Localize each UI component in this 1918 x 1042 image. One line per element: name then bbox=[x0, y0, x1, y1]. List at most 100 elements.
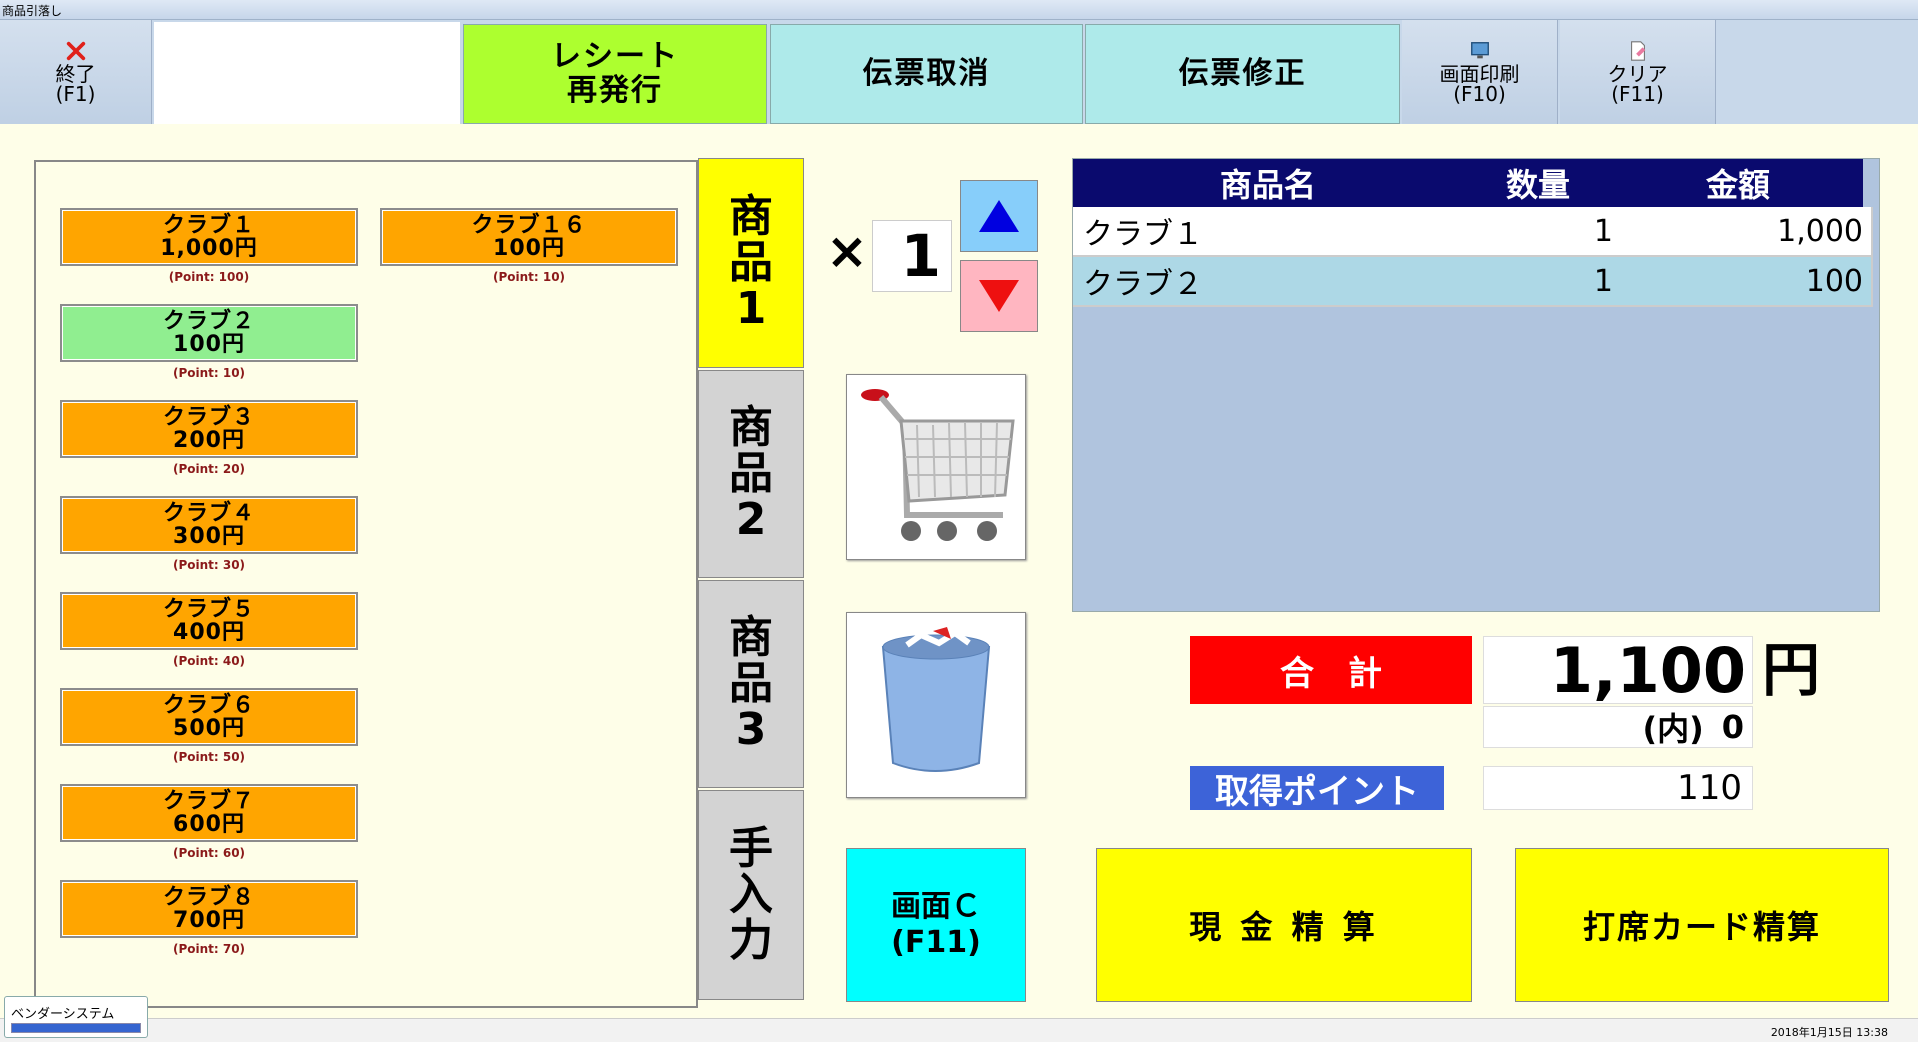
product-button[interactable]: クラブ３ 200円 bbox=[60, 400, 358, 458]
total-value: 1,100 bbox=[1483, 634, 1753, 707]
cart-cell-name: クラブ１ bbox=[1073, 207, 1475, 257]
close-icon bbox=[66, 41, 85, 61]
product-button[interactable]: クラブ５ 400円 bbox=[60, 592, 358, 650]
points-label: 取得ポイント bbox=[1190, 766, 1444, 812]
product-name: クラブ６ bbox=[162, 693, 255, 718]
product-button[interactable]: クラブ１ 1,000円 bbox=[60, 208, 358, 266]
category-tab-label: 商品2 bbox=[729, 405, 773, 543]
product-price: 600円 bbox=[173, 812, 245, 837]
toolbar: 終了 (F1) レシート 再発行 伝票取消 伝票修正 画面印刷 (F10) クリ… bbox=[0, 20, 1918, 124]
category-tab-label: 手入力 bbox=[729, 826, 773, 964]
product-name: クラブ１６ bbox=[471, 213, 587, 238]
tax-box: (内) 0 bbox=[1483, 706, 1753, 748]
receipt-line2: 再発行 bbox=[567, 73, 663, 108]
exit-key: (F1) bbox=[55, 82, 96, 106]
category-tab[interactable]: 商品2 bbox=[698, 370, 804, 578]
cancel-slip-label: 伝票取消 bbox=[862, 56, 991, 91]
title-bar: 商品引落し bbox=[0, 0, 1918, 20]
eraser-document-icon bbox=[1630, 41, 1645, 61]
card-settle-button[interactable]: 打席カード精算 bbox=[1515, 848, 1889, 1002]
category-tab-char: 品 bbox=[729, 658, 773, 709]
product-point: (Point: 20) bbox=[172, 462, 246, 476]
header-qty: 数量 bbox=[1463, 159, 1615, 207]
cart-cell-qty: 1 bbox=[1463, 207, 1627, 257]
window-title: 商品引落し bbox=[2, 4, 63, 18]
quantity-up-button[interactable] bbox=[960, 180, 1038, 252]
category-tab[interactable]: 商品1 bbox=[698, 158, 804, 368]
product-name: クラブ３ bbox=[162, 405, 255, 430]
category-tab-char: 品 bbox=[729, 237, 773, 288]
add-to-cart-button[interactable] bbox=[846, 374, 1026, 560]
vendor-system-popup[interactable]: ベンダーシステム bbox=[4, 996, 148, 1038]
product-point: (Point: 70) bbox=[172, 942, 246, 956]
total-currency: 円 bbox=[1762, 636, 1821, 704]
product-button[interactable]: クラブ４ 300円 bbox=[60, 496, 358, 554]
product-point: (Point: 60) bbox=[172, 846, 246, 860]
exit-label: 終了 bbox=[55, 62, 96, 86]
product-point: (Point: 50) bbox=[172, 750, 246, 764]
quantity-value[interactable]: 1 bbox=[872, 220, 952, 292]
screen-c-line2: (F11) bbox=[891, 925, 981, 960]
category-tab-char: 2 bbox=[735, 494, 767, 545]
fix-slip-label: 伝票修正 bbox=[1178, 56, 1307, 91]
category-tab-char: 1 bbox=[735, 283, 767, 334]
category-tab[interactable]: 商品3 bbox=[698, 580, 804, 788]
category-tab[interactable]: 手入力 bbox=[698, 790, 804, 1000]
vendor-system-label: ベンダーシステム bbox=[11, 1007, 115, 1022]
tax-label: (内) bbox=[1642, 710, 1704, 748]
toolbar-blank-field bbox=[154, 22, 460, 124]
delete-item-button[interactable] bbox=[846, 612, 1026, 798]
category-tab-char: 手 bbox=[729, 823, 773, 874]
product-name: クラブ４ bbox=[162, 501, 255, 526]
vendor-progress-bar bbox=[11, 1023, 141, 1033]
product-point: (Point: 10) bbox=[492, 270, 566, 284]
tax-value: 0 bbox=[1721, 708, 1744, 746]
clear-label: クリア bbox=[1607, 62, 1668, 86]
screen-c-button[interactable]: 画面Ｃ (F11) bbox=[846, 848, 1026, 1002]
product-price: 700円 bbox=[173, 908, 245, 933]
quantity-down-button[interactable] bbox=[960, 260, 1038, 332]
cart-cell-qty: 1 bbox=[1463, 257, 1627, 307]
product-point: (Point: 30) bbox=[172, 558, 246, 572]
print-screen-button[interactable]: 画面印刷 (F10) bbox=[1402, 20, 1558, 124]
cash-settle-button[interactable]: 現 金 精 算 bbox=[1096, 848, 1472, 1002]
exit-button[interactable]: 終了 (F1) bbox=[0, 20, 152, 124]
status-bar: 2018年1月15日 13:38 bbox=[0, 1018, 1918, 1042]
trash-bin-icon bbox=[881, 627, 991, 772]
receipt-line1: レシート bbox=[551, 39, 679, 74]
product-point: (Point: 10) bbox=[172, 366, 246, 380]
product-price: 100円 bbox=[493, 236, 565, 261]
product-button[interactable]: クラブ２ 100円 bbox=[60, 304, 358, 362]
clear-key: (F11) bbox=[1611, 82, 1664, 106]
points-value: 110 bbox=[1483, 766, 1753, 810]
down-arrow-icon bbox=[979, 280, 1019, 312]
receipt-reissue-button[interactable]: レシート 再発行 bbox=[463, 24, 767, 124]
category-tab-label: 商品1 bbox=[729, 194, 773, 332]
product-name: クラブ８ bbox=[162, 885, 255, 910]
product-button[interactable]: クラブ１６ 100円 bbox=[380, 208, 678, 266]
product-name: クラブ５ bbox=[162, 597, 255, 622]
category-tab-char: 力 bbox=[729, 915, 773, 966]
category-tab-char: 入 bbox=[729, 869, 773, 920]
product-price: 400円 bbox=[173, 620, 245, 645]
status-datetime: 2018年1月15日 13:38 bbox=[1770, 1026, 1888, 1039]
print-screen-label: 画面印刷 bbox=[1439, 62, 1520, 86]
clear-button[interactable]: クリア (F11) bbox=[1560, 20, 1716, 124]
total-label: 合 計 bbox=[1190, 636, 1472, 704]
header-item-name: 商品名 bbox=[1073, 159, 1465, 207]
product-price: 1,000円 bbox=[160, 236, 258, 261]
category-tab-char: 品 bbox=[729, 448, 773, 499]
product-price: 300円 bbox=[173, 524, 245, 549]
cancel-slip-button[interactable]: 伝票取消 bbox=[770, 24, 1083, 124]
monitor-icon bbox=[1470, 42, 1489, 59]
product-button[interactable]: クラブ８ 700円 bbox=[60, 880, 358, 938]
product-price: 500円 bbox=[173, 716, 245, 741]
category-tab-char: 3 bbox=[735, 704, 767, 755]
category-tab-label: 商品3 bbox=[729, 615, 773, 753]
screen-c-line1: 画面Ｃ bbox=[891, 889, 981, 924]
print-screen-key: (F10) bbox=[1453, 82, 1506, 106]
product-button[interactable]: クラブ６ 500円 bbox=[60, 688, 358, 746]
product-button[interactable]: クラブ７ 600円 bbox=[60, 784, 358, 842]
cart-cell-name: クラブ２ bbox=[1073, 257, 1475, 307]
fix-slip-button[interactable]: 伝票修正 bbox=[1085, 24, 1400, 124]
